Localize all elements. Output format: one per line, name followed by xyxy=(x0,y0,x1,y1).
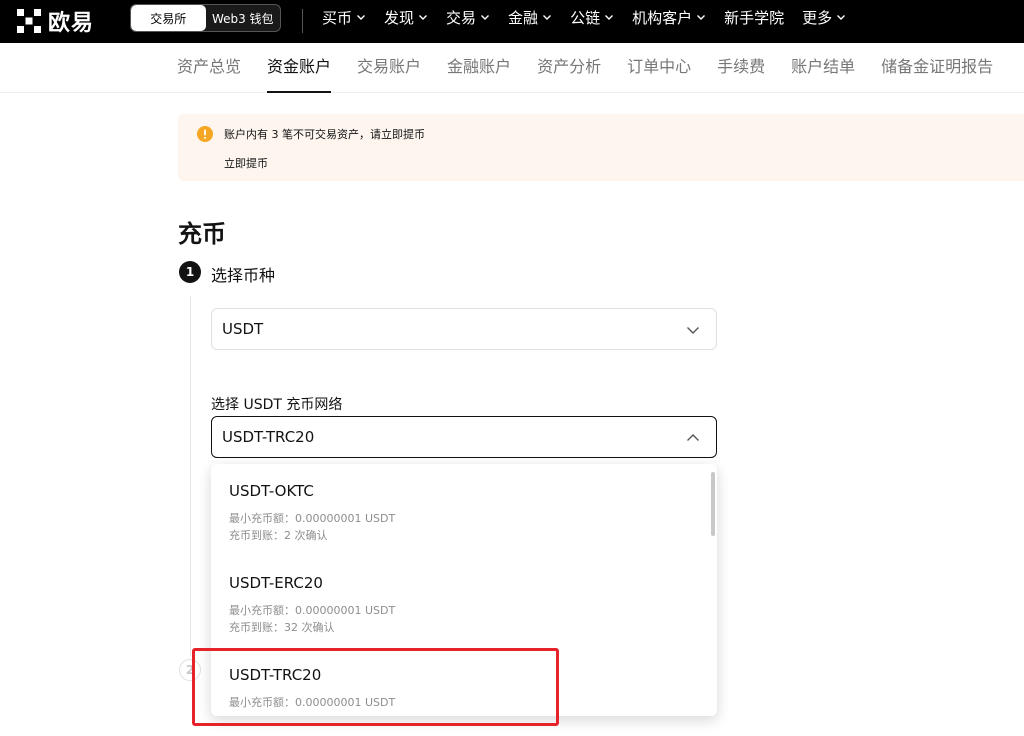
top-bar: 欧易 交易所 Web3 钱包 买币 发现 交易 金融 公链 机构客户 新手学院 … xyxy=(0,0,1024,43)
tab-proof-of-reserves[interactable]: 储备金证明报告 xyxy=(881,43,993,93)
option-confirmations: 充币到账：2 次确认 xyxy=(229,529,328,542)
coin-select-value: USDT xyxy=(222,320,264,338)
network-option-erc20[interactable]: USDT-ERC20 最小充币额：0.00000001 USDT 充币到账：32… xyxy=(211,556,711,648)
page-title: 充币 xyxy=(178,220,226,248)
nav-trade[interactable]: 交易 xyxy=(446,7,490,28)
tab-order-center[interactable]: 订单中心 xyxy=(627,43,691,93)
step-1-label: 选择币种 xyxy=(211,266,276,285)
nav-label: 机构客户 xyxy=(632,8,693,27)
tab-funding-account[interactable]: 资金账户 xyxy=(267,43,332,93)
option-name: USDT-ERC20 xyxy=(229,574,323,592)
tab-trading-account[interactable]: 交易账户 xyxy=(357,43,421,93)
nav-finance[interactable]: 金融 xyxy=(508,7,552,28)
brand-name: 欧易 xyxy=(48,11,95,36)
step-1-badge: 1 xyxy=(179,261,201,283)
warning-banner: 账户内有 3 笔不可交易资产，请立即提币 立即提币 xyxy=(178,114,1024,181)
top-divider xyxy=(302,9,303,33)
network-select[interactable]: USDT-TRC20 xyxy=(211,416,717,458)
network-label: 选择 USDT 充币网络 xyxy=(211,397,343,413)
chevron-down-icon xyxy=(543,15,552,20)
okx-logo-icon xyxy=(17,9,41,33)
tab-asset-overview[interactable]: 资产总览 xyxy=(177,43,241,93)
tab-statements[interactable]: 账户结单 xyxy=(791,43,855,93)
option-min-deposit: 最小充币额：0.00000001 USDT xyxy=(229,512,396,525)
step-connector xyxy=(190,296,191,656)
nav-label: 更多 xyxy=(802,8,833,27)
option-name: USDT-OKTC xyxy=(229,482,314,500)
top-nav: 买币 发现 交易 金融 公链 机构客户 新手学院 更多 xyxy=(322,0,846,34)
web3-wallet-tab[interactable]: Web3 钱包 xyxy=(206,5,281,31)
chevron-down-icon xyxy=(481,15,490,20)
dropdown-scrollbar[interactable] xyxy=(711,472,715,536)
nav-more[interactable]: 更多 xyxy=(802,7,846,28)
chevron-down-icon xyxy=(697,15,706,20)
account-subnav: 资产总览 资金账户 交易账户 金融账户 资产分析 订单中心 手续费 账户结单 储… xyxy=(0,43,1024,93)
chevron-down-icon xyxy=(687,327,699,334)
banner-message: 账户内有 3 笔不可交易资产，请立即提币 xyxy=(224,128,425,141)
nav-academy[interactable]: 新手学院 xyxy=(724,7,784,28)
chevron-down-icon xyxy=(837,15,846,20)
mode-toggle: 交易所 Web3 钱包 xyxy=(130,4,281,32)
option-min-deposit: 最小充币额：0.00000001 USDT xyxy=(229,604,396,617)
nav-discover[interactable]: 发现 xyxy=(384,7,428,28)
chevron-down-icon xyxy=(357,15,366,20)
warning-icon xyxy=(197,126,213,142)
nav-label: 买币 xyxy=(322,8,353,27)
network-option-oktc[interactable]: USDT-OKTC 最小充币额：0.00000001 USDT 充币到账：2 次… xyxy=(211,464,711,556)
nav-institutional[interactable]: 机构客户 xyxy=(632,7,706,28)
tab-finance-account[interactable]: 金融账户 xyxy=(447,43,511,93)
chevron-down-icon xyxy=(605,15,614,20)
coin-select[interactable]: USDT xyxy=(211,308,717,350)
nav-chain[interactable]: 公链 xyxy=(570,7,614,28)
withdraw-now-link[interactable]: 立即提币 xyxy=(224,155,268,171)
nav-label: 金融 xyxy=(508,8,539,27)
nav-buy-crypto[interactable]: 买币 xyxy=(322,7,366,28)
network-select-value: USDT-TRC20 xyxy=(222,428,315,446)
nav-label: 交易 xyxy=(446,8,477,27)
exchange-tab[interactable]: 交易所 xyxy=(131,5,206,31)
chevron-up-icon xyxy=(687,434,699,441)
nav-label: 新手学院 xyxy=(724,8,785,27)
option-confirmations: 充币到账：32 次确认 xyxy=(229,621,335,634)
tab-fees[interactable]: 手续费 xyxy=(717,43,765,93)
nav-label: 公链 xyxy=(570,8,601,27)
logo[interactable]: 欧易 xyxy=(16,6,94,36)
highlight-annotation xyxy=(192,648,559,726)
nav-label: 发现 xyxy=(384,8,415,27)
chevron-down-icon xyxy=(419,15,428,20)
tab-asset-analysis[interactable]: 资产分析 xyxy=(537,43,601,93)
